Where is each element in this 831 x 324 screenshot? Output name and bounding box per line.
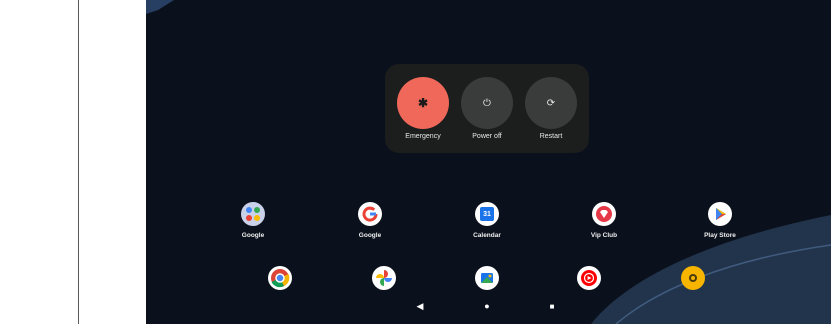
google-folder-icon bbox=[241, 202, 265, 226]
files-icon[interactable] bbox=[475, 266, 499, 290]
restart-label: Restart bbox=[539, 133, 563, 140]
recents-icon: ■ bbox=[549, 301, 555, 311]
google-icon bbox=[358, 202, 382, 226]
youtube-music-icon[interactable] bbox=[577, 266, 601, 290]
back-icon: ◀ bbox=[416, 300, 424, 311]
app-play-store[interactable]: Play Store bbox=[690, 202, 750, 239]
power-off-button[interactable]: ⏻ bbox=[461, 77, 513, 129]
vip-club-icon bbox=[592, 202, 616, 226]
restart-button[interactable]: ⟳ bbox=[525, 77, 577, 129]
app-label: Vip Club bbox=[590, 232, 618, 239]
play-store-icon bbox=[708, 202, 732, 226]
photos-icon[interactable] bbox=[372, 266, 396, 290]
power-icon: ⏻ bbox=[483, 97, 491, 109]
power-menu: ✱ Emergency ⏻ Power off ⟳ Restart bbox=[385, 64, 589, 153]
app-label: Google bbox=[241, 232, 265, 239]
camera-icon[interactable] bbox=[681, 266, 705, 290]
recents-button[interactable]: ■ bbox=[546, 300, 558, 312]
tablet-screen: ✱ Emergency ⏻ Power off ⟳ Restart Google… bbox=[146, 0, 831, 324]
app-label: Play Store bbox=[704, 232, 736, 239]
calendar-icon: 31 bbox=[475, 202, 499, 226]
back-button[interactable]: ◀ bbox=[414, 300, 426, 312]
chrome-icon[interactable] bbox=[268, 266, 292, 290]
app-label: Calendar bbox=[473, 232, 501, 239]
left-border bbox=[78, 0, 79, 324]
home-button[interactable]: ● bbox=[481, 300, 493, 312]
app-calendar[interactable]: 31 Calendar bbox=[457, 202, 517, 239]
app-vip-club[interactable]: Vip Club bbox=[574, 202, 634, 239]
app-label: Google bbox=[358, 232, 382, 239]
emergency-label: Emergency bbox=[405, 133, 441, 140]
home-icon: ● bbox=[484, 301, 490, 311]
app-google-folder[interactable]: Google bbox=[223, 202, 283, 239]
asterisk-icon: ✱ bbox=[417, 96, 429, 110]
app-google[interactable]: Google bbox=[340, 202, 400, 239]
power-off-label: Power off bbox=[472, 133, 502, 140]
restart-icon: ⟳ bbox=[546, 97, 556, 109]
emergency-button[interactable]: ✱ bbox=[397, 77, 449, 129]
calendar-date: 31 bbox=[480, 207, 494, 221]
